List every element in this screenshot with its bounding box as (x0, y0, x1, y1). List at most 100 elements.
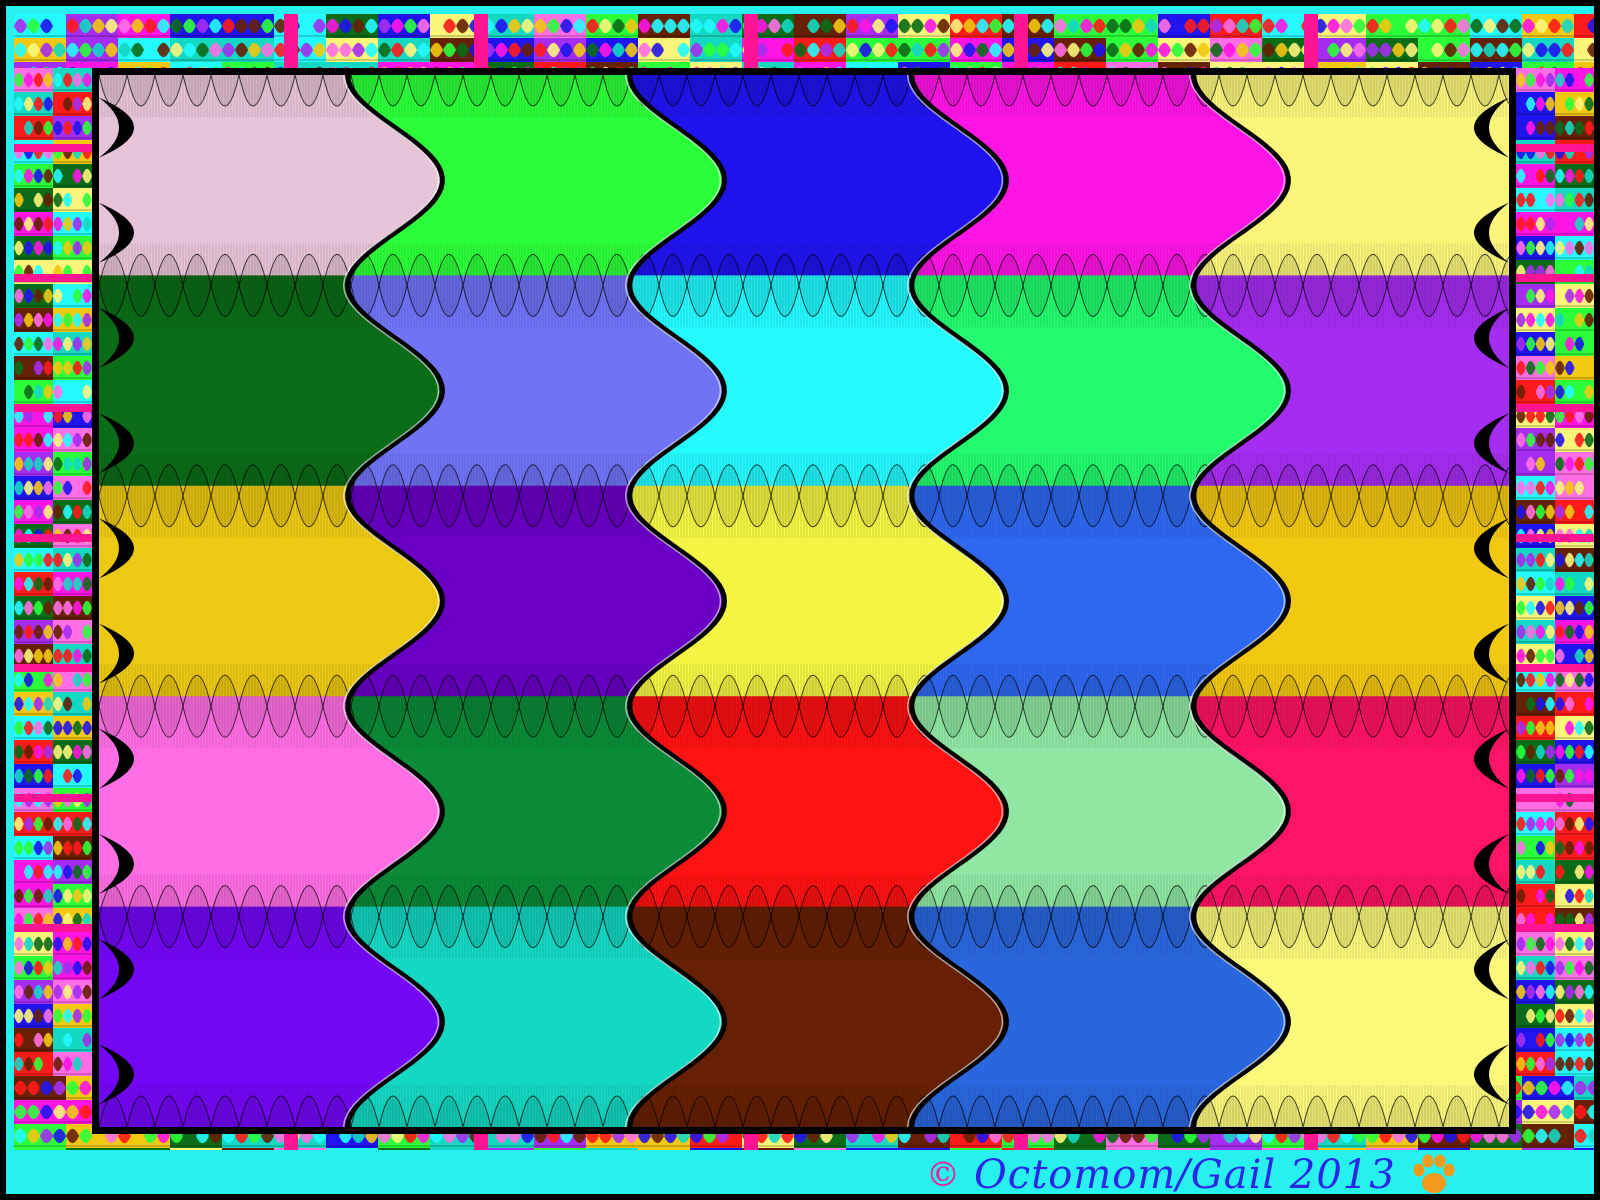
border-tile (1516, 860, 1555, 884)
border-tile (1555, 980, 1594, 1004)
border-tile (1555, 92, 1594, 116)
border-tile (1516, 572, 1555, 596)
border-tile (586, 1148, 638, 1150)
border-tile (53, 164, 92, 188)
paw-toe (1434, 1154, 1446, 1168)
border-tile (53, 812, 92, 836)
border-tile (1574, 38, 1594, 62)
border-tile (14, 836, 53, 860)
border-tile (1516, 332, 1555, 356)
border-tile (53, 956, 92, 980)
border-tile (53, 548, 92, 572)
border-tile (1555, 476, 1594, 500)
border-tile (1366, 14, 1418, 38)
border-tile (14, 332, 53, 356)
border-tile (1516, 116, 1555, 140)
artist-credit: © Octomom/Gail 2013 (926, 1150, 1546, 1194)
border-tile (14, 14, 66, 38)
border-tile (53, 980, 92, 1004)
border-tile (1366, 38, 1418, 62)
border-tile (14, 860, 53, 884)
border-tile (1555, 308, 1594, 332)
border-tile (1574, 1100, 1594, 1124)
border-tile (14, 284, 53, 308)
border-tile (1516, 596, 1555, 620)
border-tile (53, 500, 92, 524)
border-tile (1555, 212, 1594, 236)
border-divider (1516, 534, 1594, 542)
border-tile (66, 14, 118, 38)
border-tile (1555, 860, 1594, 884)
border-tile (53, 428, 92, 452)
border-tile (690, 14, 742, 38)
border-tile (1516, 308, 1555, 332)
border-divider (14, 534, 92, 542)
border-tile (1516, 356, 1555, 380)
border-tile (1574, 1148, 1594, 1150)
border-tile (326, 1148, 378, 1150)
border-tile (14, 1124, 66, 1148)
border-tile (274, 14, 326, 38)
border-tile (638, 38, 690, 62)
border-tile (14, 92, 53, 116)
border-divider (14, 144, 92, 152)
border-tile (170, 38, 222, 62)
border-tile (53, 764, 92, 788)
border-tile (53, 452, 92, 476)
border-tile (1555, 68, 1594, 92)
border-tile (1555, 932, 1594, 956)
border-tile (1522, 38, 1574, 62)
border-tile (14, 476, 53, 500)
border-tile (534, 14, 586, 38)
border-tile (14, 308, 53, 332)
paw-toe (1422, 1154, 1434, 1168)
border-tile (1314, 14, 1366, 38)
border-tile (14, 548, 53, 572)
border-tile (378, 14, 430, 38)
border-tile (53, 236, 92, 260)
border-tile (14, 716, 53, 740)
border-tile (53, 356, 92, 380)
border-divider (474, 14, 488, 68)
paw-toe (1413, 1163, 1425, 1177)
border-tile (1574, 1124, 1594, 1148)
border-tile (586, 14, 638, 38)
border-tile (1516, 932, 1555, 956)
border-tile (1555, 1052, 1594, 1076)
border-tile (14, 572, 53, 596)
border-tile (1516, 236, 1555, 260)
border-tile (1516, 884, 1555, 908)
border-tile (14, 884, 53, 908)
border-tile (1516, 980, 1555, 1004)
border-tile (53, 92, 92, 116)
border-tile (14, 380, 53, 404)
border-tile (898, 38, 950, 62)
border-tile (1516, 1052, 1555, 1076)
border-tile (794, 1148, 846, 1150)
border-tile (1470, 14, 1522, 38)
border-tile (118, 1148, 170, 1150)
border-tile (1210, 38, 1262, 62)
border-tile (14, 116, 53, 140)
border-tile (222, 14, 274, 38)
border-tile (1516, 284, 1555, 308)
border-tile (53, 1028, 92, 1052)
border-divider (14, 664, 92, 672)
border-tile (1555, 1028, 1594, 1052)
border-divider (14, 274, 92, 282)
border-tile (1555, 764, 1594, 788)
border-tile (1516, 764, 1555, 788)
border-tile (1158, 14, 1210, 38)
border-divider (1516, 274, 1594, 282)
border-tile (1555, 716, 1594, 740)
border-tile (14, 164, 53, 188)
border-tile (638, 14, 690, 38)
border-tile (1555, 1004, 1594, 1028)
border-tile (1574, 1076, 1594, 1100)
border-tile (14, 1004, 53, 1028)
border-tile (1516, 740, 1555, 764)
paw-pad (1421, 1173, 1446, 1193)
border-tile (1516, 692, 1555, 716)
border-tile (482, 1148, 534, 1150)
border-tile (1516, 188, 1555, 212)
